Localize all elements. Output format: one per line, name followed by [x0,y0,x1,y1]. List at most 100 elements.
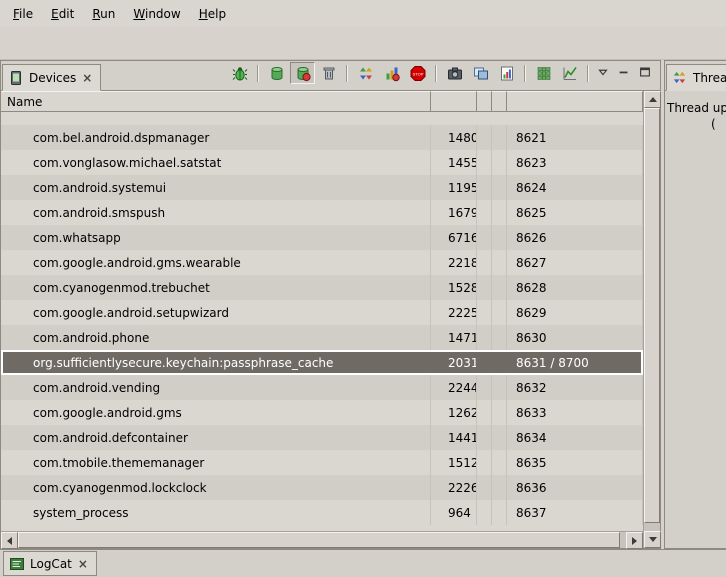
dump-hprof-button[interactable] [290,62,315,84]
process-cell-4 [492,350,507,375]
process-port: 8624 [507,175,643,200]
threads-view: Threads Thread up ( [664,60,726,549]
line-chart-icon [562,65,578,81]
process-name: com.tmobile.thememanager [1,450,431,475]
table-row[interactable]: com.whatsapp 6716 8626 [1,225,643,250]
process-port: 8634 [507,425,643,450]
process-name: com.bel.android.dspmanager [1,125,431,150]
process-pid: 1512 [431,450,477,475]
vertical-scrollbar[interactable] [643,91,660,548]
process-cell-4 [492,500,507,525]
horizontal-scroll-thumb[interactable] [18,532,620,548]
tab-logcat[interactable]: LogCat × [3,551,97,576]
view-menu-chevron-icon [596,65,612,81]
process-pid: 1195 [431,175,477,200]
process-cell-3 [477,175,492,200]
table-row[interactable]: com.android.phone 1471 8630 [1,325,643,350]
report-button[interactable] [494,62,519,84]
table-row[interactable]: com.vonglasow.michael.satstat 14553 8623 [1,150,643,175]
process-name: com.android.defcontainer [1,425,431,450]
column-header-4[interactable] [492,91,507,112]
system-trace-button[interactable] [531,62,556,84]
scroll-down-button[interactable] [644,531,661,548]
table-row[interactable]: com.google.android.setupwizard 22250 862… [1,300,643,325]
update-threads-button[interactable] [353,62,378,84]
table-row[interactable]: com.cyanogenmod.trebuchet 1528 8628 [1,275,643,300]
menu-help[interactable]: Help [190,3,235,25]
vertical-scroll-thumb[interactable] [644,108,660,523]
close-icon[interactable]: × [77,557,89,571]
column-header-pid[interactable] [431,91,477,112]
process-cell-3 [477,475,492,500]
view-hierarchy-button[interactable] [468,62,493,84]
view-menu-button[interactable] [594,64,614,82]
toolbar-separator [435,65,437,82]
close-icon[interactable]: × [81,71,93,85]
table-row[interactable]: com.android.defcontainer 14411 8634 [1,425,643,450]
process-cell-3 [477,425,492,450]
table-row[interactable]: system_process 964 8637 [1,500,643,525]
process-cell-4 [492,250,507,275]
process-pid: 964 [431,500,477,525]
process-cell-4 [492,150,507,175]
table-row[interactable]: com.android.smspush 1679 8625 [1,200,643,225]
table-row[interactable]: com.google.android.gms 12623 8633 [1,400,643,425]
process-port: 8626 [507,225,643,250]
menu-run[interactable]: Run [83,3,124,25]
menu-file[interactable]: File [4,3,42,25]
scroll-right-button[interactable] [626,532,643,549]
process-port: 8630 [507,325,643,350]
debug-process-button[interactable] [227,62,252,84]
threads-message-line2: ( [667,116,726,132]
menu-edit[interactable]: Edit [42,3,83,25]
process-table-body: com.bel.android.dspmanager 1480 8621 com… [1,112,643,531]
process-cell-4 [492,450,507,475]
process-cell-4 [492,375,507,400]
cause-gc-button[interactable] [316,62,341,84]
table-row[interactable]: com.android.vending 22440 8632 [1,375,643,400]
devices-view: Devices × STOP [0,60,661,549]
table-row[interactable]: com.google.android.gms.wearable 22185 86… [1,250,643,275]
process-cell-3 [477,300,492,325]
process-cell-4 [492,225,507,250]
vertical-scroll-track[interactable] [644,523,660,531]
horizontal-scrollbar[interactable] [1,531,643,548]
table-row[interactable]: com.android.systemui 1195 8624 [1,175,643,200]
table-row[interactable]: com.bel.android.dspmanager 1480 8621 [1,125,643,150]
process-cell-3 [477,250,492,275]
column-header-3[interactable] [477,91,492,112]
process-cell-3 [477,275,492,300]
process-cell-3 [477,150,492,175]
stop-icon: STOP [410,65,426,81]
minimize-button[interactable] [615,64,635,82]
process-name: com.android.vending [1,375,431,400]
method-profiling-button[interactable] [379,62,404,84]
process-cell-3 [477,450,492,475]
table-row[interactable]: com.tmobile.thememanager 1512 8635 [1,450,643,475]
column-header-port[interactable] [507,91,643,112]
process-port: 8635 [507,450,643,475]
process-cell-4 [492,125,507,150]
menu-window[interactable]: Window [124,3,189,25]
process-cell-3 [477,225,492,250]
tab-devices[interactable]: Devices × [2,64,101,91]
process-name: com.google.android.gms [1,400,431,425]
toolbar-separator [257,65,259,82]
tab-threads[interactable]: Threads [666,64,726,91]
maximize-button[interactable] [636,64,656,82]
scroll-left-button[interactable] [1,532,18,549]
process-cell-4 [492,425,507,450]
column-header-name[interactable]: Name [1,91,431,112]
table-row[interactable]: com.cyanogenmod.lockclock 22265 8636 [1,475,643,500]
process-name: com.android.smspush [1,200,431,225]
screen-capture-button[interactable] [442,62,467,84]
table-row[interactable]: org.sufficientlysecure.keychain:passphra… [1,350,643,375]
network-stats-button[interactable] [557,62,582,84]
stop-process-button[interactable]: STOP [405,62,430,84]
update-heap-button[interactable] [264,62,289,84]
scroll-up-button[interactable] [644,91,661,108]
process-name: com.android.systemui [1,175,431,200]
process-port: 8632 [507,375,643,400]
logcat-icon [9,556,25,572]
process-cell-3 [477,500,492,525]
